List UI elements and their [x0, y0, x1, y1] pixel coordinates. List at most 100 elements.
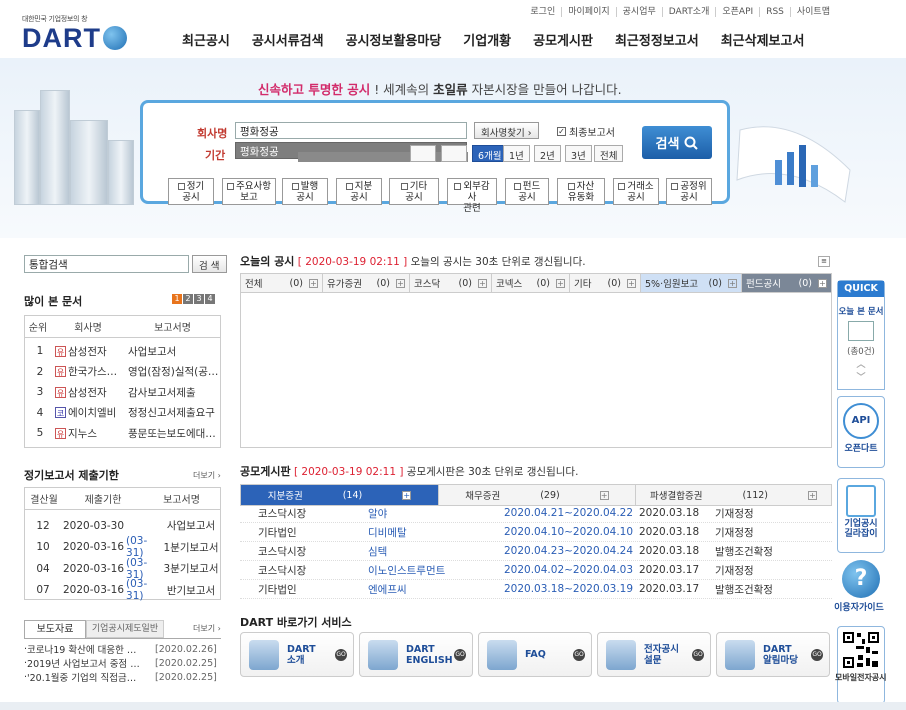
mypage-link[interactable]: 마이페이지 — [561, 7, 615, 17]
company-link[interactable]: 에이치엘비 — [68, 405, 124, 420]
table-row[interactable]: 기타법인 엔에프씨 2020.03.18~2020.03.19 2020.03.17 발… — [240, 580, 832, 599]
company-link[interactable]: 한국가스… — [68, 364, 124, 379]
login-link[interactable]: 로그인 — [524, 7, 561, 17]
table-row[interactable]: 2 유 한국가스… 영업(잠정)실적(공… — [25, 362, 220, 383]
chevron-up-icon[interactable]: ︿ — [838, 357, 884, 370]
tab-disclosure-system[interactable]: 기업공시제도일반 — [86, 620, 164, 638]
today-viewed-link[interactable]: 오늘 본 문서 — [838, 305, 884, 317]
nav-recent-deletions[interactable]: 최근삭제보고서 — [721, 30, 805, 49]
company-find-button[interactable]: 회사명찾기 › — [474, 122, 539, 139]
tab-today-4[interactable]: 기타 (0) + — [570, 274, 641, 292]
dart-intro-link[interactable]: DART소개 — [661, 7, 716, 17]
category-button[interactable]: 기타 공시 — [389, 178, 439, 205]
tab-today-3[interactable]: 코넥스 (0) + — [492, 274, 570, 292]
page-button[interactable]: 3 — [194, 294, 204, 304]
page-button[interactable]: 2 — [183, 294, 193, 304]
building-illustration — [108, 140, 134, 205]
list-item[interactable]: · 2019년 사업보고서 중점 … [2020.02.25] — [24, 656, 221, 671]
chevron-down-icon[interactable]: ﹀ — [838, 370, 884, 383]
tab-debt[interactable]: 채무증권 (29) + — [439, 485, 636, 505]
category-button[interactable]: 발행 공시 — [282, 178, 328, 205]
company-link[interactable]: 삼성전자 — [68, 344, 124, 359]
shortcut-faq-button[interactable]: FAQ GO — [478, 632, 592, 677]
company-input[interactable]: 평화정공 — [235, 122, 467, 139]
period-placeholder[interactable] — [441, 145, 467, 162]
category-button[interactable]: 펀드 공시 — [505, 178, 549, 205]
shortcut-notice-button[interactable]: DART 알림마당 GO — [716, 632, 830, 677]
final-report-checkbox[interactable]: ✓ 최종보고서 — [557, 124, 615, 139]
table-row[interactable]: 기타법인 디비메탈 2020.04.10~2020.04.10 2020.03.18 기… — [240, 523, 832, 542]
deadline-more-link[interactable]: 더보기 › — [193, 470, 221, 481]
nav-info-use[interactable]: 공시정보활용마당 — [346, 30, 442, 49]
press-more-link[interactable]: 더보기 › — [193, 623, 221, 634]
report-link[interactable]: 사업보고서 — [124, 344, 220, 359]
period-1y-button[interactable]: 1년 — [503, 145, 530, 162]
period-all-button[interactable]: 전체 — [594, 145, 624, 162]
table-row[interactable]: 코스닥시장 이노인스트루먼트 2020.04.02~2020.04.03 2020.0… — [240, 561, 832, 580]
nav-recent-corrections[interactable]: 최근정정보고서 — [615, 30, 699, 49]
report-link[interactable]: 풍문또는보도에대… — [124, 426, 220, 441]
nav-offering-board[interactable]: 공모게시판 — [533, 30, 593, 49]
tab-derivative[interactable]: 파생결합증권 (112) + — [636, 485, 831, 505]
table-row[interactable]: 5 유 지누스 풍문또는보도에대… — [25, 423, 220, 444]
company-link[interactable]: 알야 — [368, 506, 504, 521]
table-row[interactable]: 4 코 에이치엘비 정정신고서제출요구 — [25, 403, 220, 424]
nav-company-overview[interactable]: 기업개황 — [463, 30, 511, 49]
shortcut-dart-intro-button[interactable]: DART 소개 GO — [240, 632, 354, 677]
company-link[interactable]: 심텍 — [368, 544, 504, 559]
page-button[interactable]: 4 — [205, 294, 215, 304]
page-button[interactable]: 1 — [172, 294, 182, 304]
company-link[interactable]: 삼성전자 — [68, 385, 124, 400]
list-item[interactable]: · '20.1월중 기업의 직접금… [2020.02.25] — [24, 670, 221, 685]
shortcut-dart-english-button[interactable]: DART ENGLISH GO — [359, 632, 473, 677]
tab-today-5[interactable]: 5%·임원보고 (0) + — [641, 274, 742, 292]
period-2y-button[interactable]: 2년 — [534, 145, 561, 162]
table-row[interactable]: 코스닥시장 알야 2020.04.21~2020.04.22 2020.03.18 기재… — [240, 504, 832, 523]
company-link[interactable]: 엔에프씨 — [368, 582, 504, 597]
category-button[interactable]: 외부감사 관련 — [447, 178, 497, 214]
company-link[interactable]: 지누스 — [68, 426, 124, 441]
open-api-link[interactable]: 오픈API — [715, 7, 759, 17]
category-button[interactable]: 공정위 공시 — [666, 178, 712, 205]
table-row[interactable]: 코스닥시장 심텍 2020.04.23~2020.04.24 2020.03.18 발행… — [240, 542, 832, 561]
qr-code-icon — [842, 631, 880, 669]
category-button[interactable]: 주요사항 보고 — [222, 178, 276, 205]
tab-today-1[interactable]: 유가증권 (0) + — [323, 274, 410, 292]
period-placeholder[interactable] — [410, 145, 436, 162]
tab-press-release[interactable]: 보도자료 — [24, 620, 86, 638]
list-item[interactable]: · 코로나19 확산에 대응한 … [2020.02.26] — [24, 642, 221, 657]
shortcut-survey-button[interactable]: 전자공시 설문 GO — [597, 632, 711, 677]
minimize-icon[interactable]: ≡ — [818, 256, 830, 267]
company-link[interactable]: 이노인스트루먼트 — [368, 563, 504, 578]
report-link[interactable]: 정정신고서제출요구 — [124, 405, 220, 420]
company-label: 회사명 — [197, 127, 228, 140]
dart-logo[interactable]: 대한민국 기업정보의 창 DART — [22, 14, 127, 52]
table-row[interactable]: 3 유 삼성전자 감사보고서제출 — [25, 382, 220, 403]
nav-filing-search[interactable]: 공시서류검색 — [252, 30, 324, 49]
search-button[interactable]: 검색 — [642, 126, 712, 159]
period-3y-button[interactable]: 3년 — [565, 145, 592, 162]
integrated-search-button[interactable]: 검 색 — [192, 255, 227, 273]
category-button[interactable]: 거래소 공시 — [613, 178, 659, 205]
checkbox-icon — [513, 183, 521, 190]
tab-equity[interactable]: 지분증권 (14) + — [241, 485, 439, 505]
integrated-search-input[interactable]: 통합검색 — [24, 255, 189, 273]
rss-link[interactable]: RSS — [759, 7, 790, 17]
guide-link[interactable]: 기업공시 길라잡이 — [837, 478, 885, 553]
report-link[interactable]: 영업(잠정)실적(공… — [124, 364, 220, 379]
opendart-link[interactable]: API 오픈다트 — [837, 396, 885, 468]
nav-recent-filings[interactable]: 최근공시 — [182, 30, 230, 49]
sitemap-link[interactable]: 사이트맵 — [789, 7, 836, 17]
filing-work-link[interactable]: 공시업무 — [615, 7, 662, 17]
tab-today-2[interactable]: 코스닥 (0) + — [410, 274, 492, 292]
company-link[interactable]: 디비메탈 — [368, 525, 504, 540]
category-button[interactable]: 정기 공시 — [168, 178, 214, 205]
category-button[interactable]: 지분 공시 — [336, 178, 382, 205]
tab-today-0[interactable]: 전체 (0) + — [241, 274, 323, 292]
category-button[interactable]: 자산 유동화 — [557, 178, 605, 205]
user-guide-link[interactable]: ? 이용자가이드 — [834, 560, 885, 620]
tab-today-6[interactable]: 펀드공시 (0) + — [742, 274, 831, 292]
table-row[interactable]: 1 유 삼성전자 사업보고서 — [25, 341, 220, 362]
mobile-disclosure-link[interactable]: 모바일전자공시 — [835, 626, 887, 704]
report-link[interactable]: 감사보고서제출 — [124, 385, 220, 400]
